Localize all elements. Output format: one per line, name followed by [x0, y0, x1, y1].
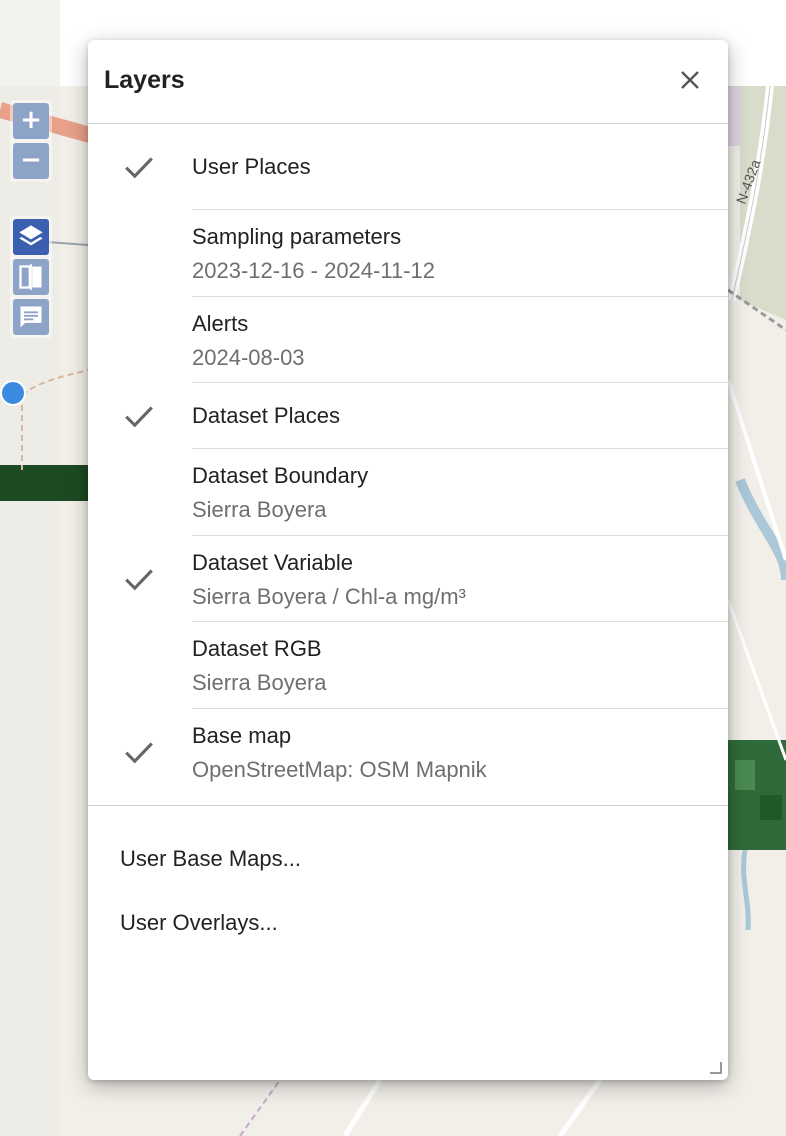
panel-header: Layers	[88, 40, 728, 124]
layer-item-base-map[interactable]: Base map OpenStreetMap: OSM Mapnik	[125, 709, 728, 805]
zoom-out-button[interactable]: −	[13, 143, 49, 179]
layer-item-alerts[interactable]: Alerts 2024-08-03	[192, 297, 728, 383]
check-icon	[125, 406, 153, 428]
close-icon[interactable]	[678, 68, 702, 92]
layer-title: Alerts	[192, 310, 249, 336]
layer-title: Sampling parameters	[192, 224, 402, 249]
layers-icon	[19, 225, 43, 246]
zoom-in-button[interactable]: +	[13, 103, 49, 139]
check-icon	[125, 157, 153, 179]
layer-subtitle: Sierra Boyera / Chl-a mg/m³	[192, 583, 466, 609]
compare-icon	[19, 264, 42, 290]
layer-subtitle: Sierra Boyera	[192, 670, 327, 695]
divider	[88, 804, 728, 806]
chat-button[interactable]	[13, 299, 49, 335]
layer-item-dataset-places[interactable]: Dataset Places	[125, 383, 728, 449]
chat-icon	[20, 306, 42, 328]
layer-title: Dataset Variable	[192, 549, 354, 575]
panel-title: Layers	[104, 66, 185, 94]
layer-item-sampling-parameters[interactable]: Sampling parameters 2023-12-16 - 2024-11…	[192, 210, 728, 297]
layer-item-dataset-variable[interactable]: Dataset Variable Sierra Boyera / Chl-a m…	[125, 536, 728, 622]
compare-button[interactable]	[13, 259, 49, 295]
layer-title: Dataset Places	[192, 403, 340, 428]
layer-title: User Places	[192, 154, 311, 179]
layer-item-dataset-rgb[interactable]: Dataset RGB Sierra Boyera	[192, 622, 728, 709]
zoom-controls: + −	[10, 100, 52, 182]
layer-list: User Places Sampling parameters 2023-12-…	[88, 124, 728, 805]
user-overlays-link[interactable]: User Overlays...	[120, 910, 278, 936]
layer-title: Base map	[192, 722, 292, 748]
map-tools	[10, 216, 52, 338]
layer-title: Dataset RGB	[192, 636, 322, 661]
layer-subtitle: OpenStreetMap: OSM Mapnik	[192, 756, 487, 782]
layers-button[interactable]	[13, 219, 49, 255]
resize-handle-icon[interactable]	[708, 1060, 722, 1074]
check-icon	[125, 568, 153, 590]
map-view[interactable]: N-432a + − Layers User Places Sampling p…	[0, 0, 786, 1136]
layer-subtitle: 2023-12-16 - 2024-11-12	[192, 258, 435, 283]
user-base-maps-link[interactable]: User Base Maps...	[120, 846, 301, 872]
location-marker[interactable]	[0, 380, 26, 406]
layer-subtitle: Sierra Boyera	[192, 497, 327, 522]
layers-panel: Layers User Places Sampling parameters 2…	[88, 40, 728, 1080]
layer-subtitle: 2024-08-03	[192, 344, 305, 370]
check-icon	[125, 741, 153, 763]
layer-item-dataset-boundary[interactable]: Dataset Boundary Sierra Boyera	[192, 449, 728, 536]
layer-item-user-places[interactable]: User Places	[125, 130, 728, 210]
layer-title: Dataset Boundary	[192, 463, 369, 488]
